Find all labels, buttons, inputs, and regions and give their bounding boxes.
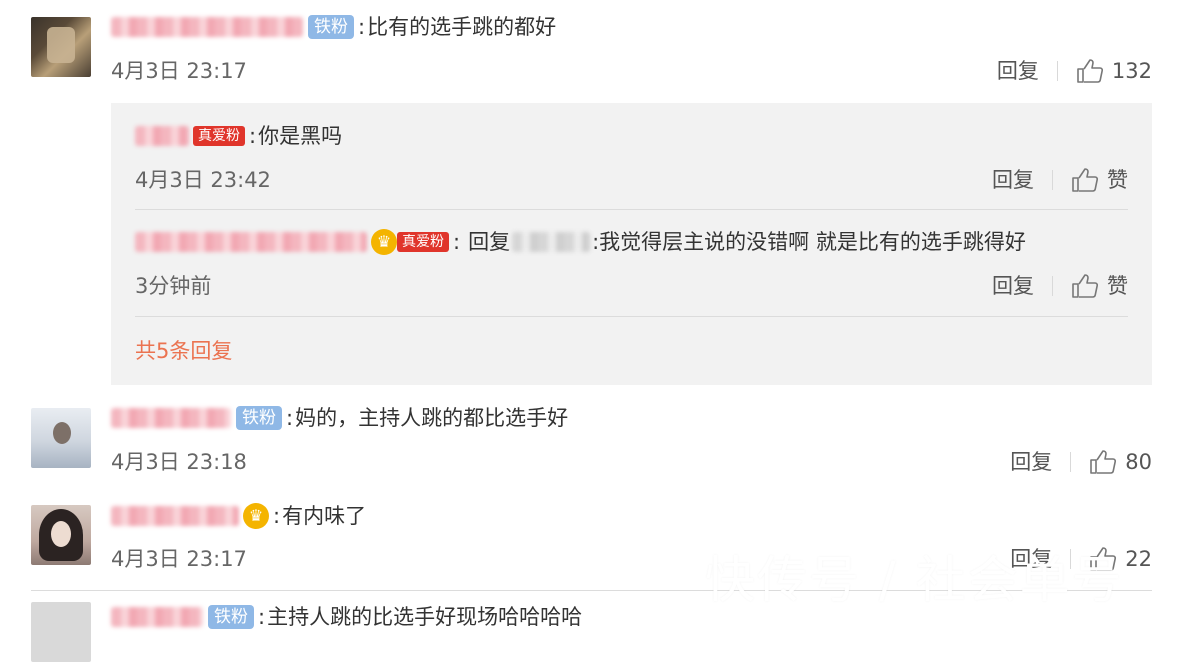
like-button[interactable]: 赞	[1071, 166, 1128, 194]
comment-text: 有内味了	[282, 504, 367, 528]
commenter-avatar[interactable]	[31, 17, 91, 77]
like-button[interactable]: 132	[1076, 57, 1152, 85]
watermark: 快传号 / 社会单号	[705, 551, 1124, 609]
commenter-avatar[interactable]	[31, 408, 91, 468]
fan-badge: 铁粉	[236, 406, 282, 430]
username-blurred[interactable]	[111, 17, 303, 37]
reply-actions: 回复 赞	[992, 166, 1128, 194]
divider	[135, 316, 1128, 317]
reply-button[interactable]: 回复	[1010, 448, 1052, 476]
comment-text: 主持人跳的比选手好现场哈哈哈哈	[267, 605, 583, 629]
like-button[interactable]: 赞	[1071, 272, 1128, 300]
username-blurred[interactable]	[111, 408, 231, 428]
thumbs-up-icon	[1077, 59, 1103, 83]
like-label: 赞	[1107, 168, 1128, 192]
mention-blurred[interactable]	[512, 232, 591, 252]
like-count: 80	[1125, 450, 1152, 474]
username-blurred[interactable]	[135, 232, 367, 252]
thumbs-up-icon	[1072, 274, 1099, 298]
thumbs-up-icon	[1090, 450, 1117, 474]
commenter-avatar[interactable]	[31, 602, 91, 662]
fan-badge: 铁粉	[208, 605, 254, 629]
divider	[1052, 276, 1053, 296]
comment-header: ♛ : 有内味了	[111, 502, 366, 530]
commenter-avatar[interactable]	[31, 505, 91, 565]
reply-button[interactable]: 回复	[992, 166, 1034, 194]
comment-time: 4月3日 23:17	[111, 547, 247, 571]
reply-actions: 回复 赞	[992, 272, 1128, 300]
fan-badge: 真爱粉	[397, 232, 449, 252]
divider	[1056, 61, 1058, 81]
reply-prefix: 回复	[468, 230, 511, 254]
crown-icon: ♛	[243, 503, 269, 529]
like-button[interactable]: 80	[1089, 448, 1152, 476]
crown-icon: ♛	[371, 229, 397, 255]
reply-text: 你是黑吗	[258, 124, 343, 148]
fan-badge: 真爱粉	[193, 126, 245, 146]
username-blurred[interactable]	[135, 126, 189, 146]
divider	[1052, 170, 1053, 190]
comment-header: 铁粉 : 主持人跳的比选手好现场哈哈哈哈	[111, 603, 582, 631]
like-label: 赞	[1107, 274, 1128, 298]
comment-actions: 回复 80	[1010, 448, 1152, 476]
divider	[1070, 452, 1072, 472]
comment-text: 比有的选手跳的都好	[367, 15, 557, 39]
reply-text: :我觉得层主说的没错啊 就是比有的选手跳得好	[592, 230, 1026, 254]
more-replies-link[interactable]: 共5条回复	[135, 337, 232, 365]
reply-time: 3分钟前	[135, 274, 212, 298]
username-blurred[interactable]	[111, 506, 239, 526]
divider	[135, 209, 1128, 210]
thumbs-up-icon	[1072, 168, 1099, 192]
like-count: 22	[1125, 547, 1152, 571]
comment-text: 妈的，主持人跳的都比选手好	[295, 406, 569, 430]
reply-time: 4月3日 23:42	[135, 168, 271, 192]
reply-header: ♛ 真爱粉 : 回复 :我觉得层主说的没错啊 就是比有的选手跳得好	[135, 228, 1026, 256]
reply-button[interactable]: 回复	[997, 57, 1039, 85]
comment-actions: 回复 132	[997, 57, 1152, 85]
reply-button[interactable]: 回复	[992, 272, 1034, 300]
comment-header: 铁粉 : 比有的选手跳的都好	[111, 13, 556, 41]
reply-header: 真爱粉 : 你是黑吗	[135, 122, 342, 150]
like-count: 132	[1111, 59, 1152, 83]
comment-time: 4月3日 23:18	[111, 450, 247, 474]
fan-badge: 铁粉	[308, 15, 354, 39]
comment-time: 4月3日 23:17	[111, 59, 247, 83]
username-blurred[interactable]	[111, 607, 203, 627]
comment-header: 铁粉 : 妈的，主持人跳的都比选手好	[111, 404, 568, 432]
